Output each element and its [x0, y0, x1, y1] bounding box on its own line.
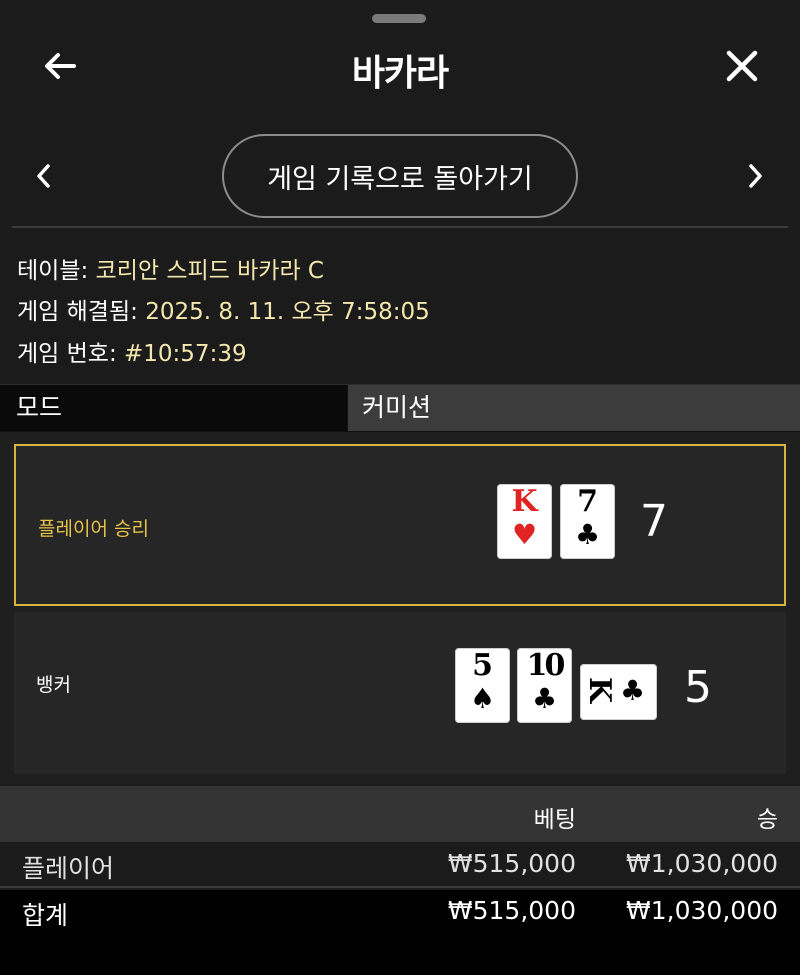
summary-header: 베팅 승 [0, 786, 800, 842]
banker-result-panel: 뱅커 5 ♠ 10 ♣ K ♣ 5 [14, 612, 786, 774]
resolved-info: 게임 해결됨: 2025. 8. 11. 오후 7:58:05 [17, 292, 430, 326]
game-number-label: 게임 번호: [17, 341, 117, 367]
table-value: 코리안 스피드 바카라 C [95, 258, 324, 284]
total-win: ₩1,030,000 [626, 896, 778, 925]
bottom-area [0, 935, 800, 975]
resolved-label: 게임 해결됨: [17, 299, 138, 325]
header: 바카라 [0, 30, 800, 102]
table-info: 테이블: 코리안 스피드 바카라 C [17, 251, 324, 285]
chevron-right-icon[interactable] [727, 148, 783, 204]
player-result-label: 플레이어 승리 [38, 518, 149, 540]
club-icon: ♣ [574, 518, 601, 551]
player-result-panel: 플레이어 승리 K ♥ 7 ♣ 7 [14, 444, 786, 606]
club-icon: ♣ [531, 682, 558, 715]
club-icon: ♣ [620, 674, 646, 707]
playing-card: 5 ♠ [455, 648, 510, 723]
banker-label: 뱅커 [36, 674, 71, 696]
heart-icon: ♥ [511, 518, 538, 551]
playing-card: 10 ♣ [517, 648, 572, 723]
table-label: 테이블: [17, 258, 89, 284]
chevron-left-icon[interactable] [16, 148, 72, 204]
back-to-history-button[interactable]: 게임 기록으로 돌아가기 [222, 134, 578, 218]
bet-column-header: 베팅 [533, 807, 576, 833]
mode-row: 모드 커미션 [0, 384, 800, 432]
total-bet: ₩515,000 [447, 896, 576, 925]
game-number-info: 게임 번호: #10:57:39 [17, 334, 247, 368]
mode-label: 모드 [0, 385, 347, 431]
row-win: ₩1,030,000 [626, 849, 778, 878]
drag-handle[interactable] [372, 14, 426, 23]
total-row: 합계 ₩515,000 ₩1,030,000 [0, 890, 800, 935]
history-nav: 게임 기록으로 돌아가기 [0, 132, 800, 220]
total-label: 합계 [22, 901, 69, 930]
game-number-value: #10:57:39 [124, 341, 247, 367]
win-column-header: 승 [756, 807, 778, 833]
page-title: 바카라 [351, 53, 449, 94]
playing-card: K ♥ [497, 484, 552, 559]
banker-score: 5 [684, 662, 712, 713]
playing-card: 7 ♣ [560, 484, 615, 559]
player-score: 7 [640, 496, 668, 547]
resolved-value: 2025. 8. 11. 오후 7:58:05 [145, 299, 430, 325]
row-label: 플레이어 [22, 854, 115, 883]
divider [12, 226, 788, 228]
close-icon[interactable] [712, 36, 772, 96]
playing-card: K ♣ [580, 664, 657, 720]
spade-icon: ♠ [469, 682, 496, 715]
mode-value: 커미션 [348, 385, 800, 431]
table-row: 플레이어 ₩515,000 ₩1,030,000 [0, 843, 800, 888]
row-bet: ₩515,000 [447, 849, 576, 878]
